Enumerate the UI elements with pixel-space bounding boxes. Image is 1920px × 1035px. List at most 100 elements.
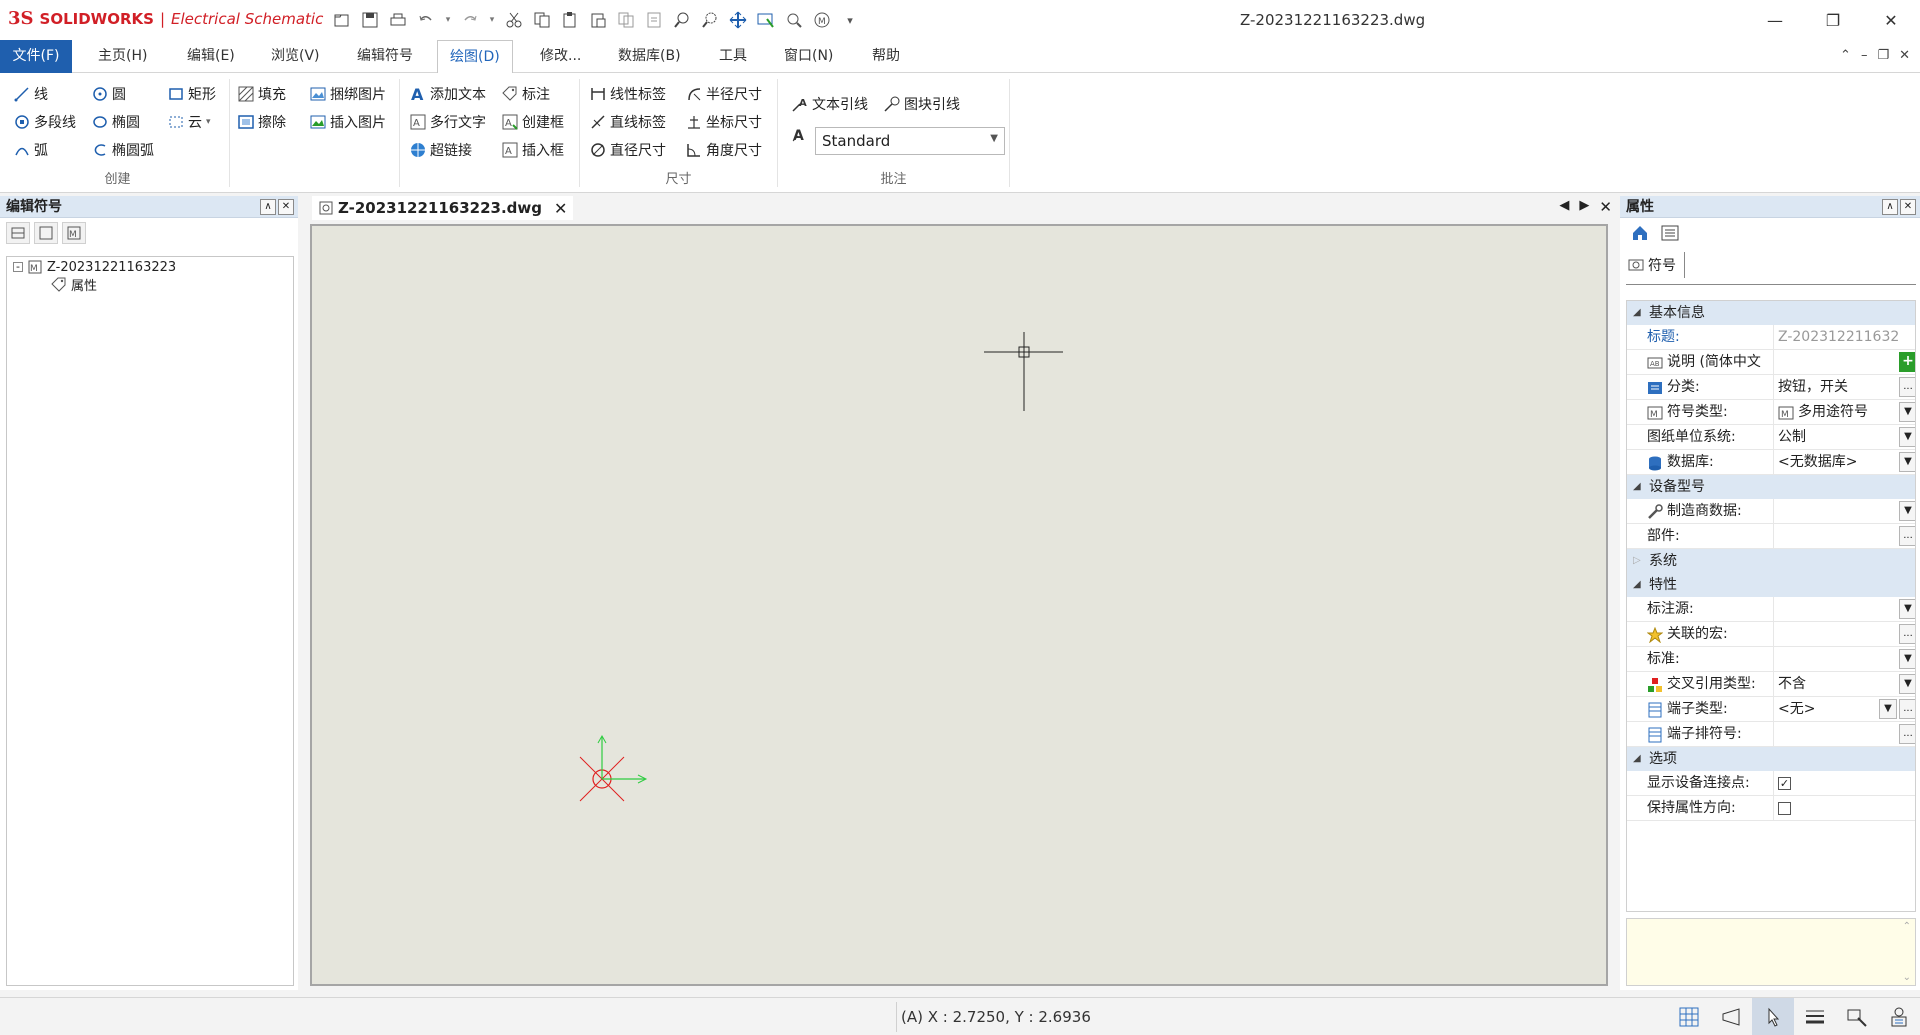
dynamic-input-icon[interactable] <box>1836 998 1878 1035</box>
scroll-down-icon[interactable]: ⌄ <box>1903 972 1911 983</box>
wipeout-button[interactable]: 擦除 <box>238 111 286 133</box>
paste-special-icon[interactable] <box>586 8 610 32</box>
open-icon[interactable] <box>330 8 354 32</box>
drawing-canvas[interactable] <box>310 224 1608 986</box>
chevron-down-icon[interactable]: ▼ <box>1899 649 1915 669</box>
angular-dim-button[interactable]: 角度尺寸 <box>686 139 762 161</box>
tab-tools[interactable]: 工具 <box>707 40 759 73</box>
cut-icon[interactable] <box>502 8 526 32</box>
text-leader-button[interactable]: A 文本引线 <box>792 93 868 115</box>
tab-edit[interactable]: 编辑(E) <box>175 40 247 73</box>
tab-view[interactable]: 浏览(V) <box>259 40 332 73</box>
collapse-icon[interactable] <box>6 222 30 244</box>
chevron-down-icon[interactable]: ▼ <box>1899 427 1915 447</box>
elliptical-arc-button[interactable]: 椭圆弧 <box>92 139 154 161</box>
symbol-type-value[interactable]: M 多用途符号 <box>1773 400 1899 425</box>
create-box-button[interactable]: A 创建框 <box>502 111 564 133</box>
tab-edit-symbol[interactable]: 编辑符号 <box>345 40 425 73</box>
copy-block-icon[interactable] <box>642 8 666 32</box>
tab-home[interactable]: 主页(H) <box>86 40 159 73</box>
select-icon[interactable] <box>754 8 778 32</box>
tab-database[interactable]: 数据库(B) <box>606 40 693 73</box>
scroll-left-icon[interactable]: ◀ <box>1559 198 1569 216</box>
chevron-down-icon[interactable]: ▼ <box>1879 699 1897 719</box>
close-icon[interactable]: ✕ <box>278 199 294 215</box>
standard-value[interactable] <box>1773 647 1899 672</box>
insert-image-button[interactable]: 插入图片 <box>310 111 386 133</box>
zoom-window-icon[interactable] <box>670 8 694 32</box>
linear-dim-button[interactable]: 线性标签 <box>590 83 666 105</box>
terminal-type-value[interactable]: <无> <box>1773 697 1879 722</box>
list-view-icon[interactable] <box>1658 222 1682 244</box>
tab-draw[interactable]: 绘图(D) <box>437 40 513 74</box>
cloud-button[interactable]: 云 ▾ <box>168 111 211 133</box>
insert-box-button[interactable]: A 插入框 <box>502 139 564 161</box>
polyline-button[interactable]: 多段线 <box>14 111 76 133</box>
copy-format-icon[interactable] <box>614 8 638 32</box>
find-icon[interactable] <box>782 8 806 32</box>
ellipsis-button[interactable]: ... <box>1899 699 1915 719</box>
minimize-doc-icon[interactable]: – <box>1861 48 1868 63</box>
mtext-button[interactable]: A 多行文字 <box>410 111 486 133</box>
grid-icon[interactable] <box>1668 998 1710 1035</box>
hyperlink-button[interactable]: 超链接 <box>410 139 472 161</box>
manufacturer-value[interactable] <box>1773 499 1899 524</box>
ellipse-button[interactable]: 椭圆 <box>92 111 140 133</box>
paste-icon[interactable] <box>558 8 582 32</box>
redo-icon[interactable] <box>458 8 482 32</box>
scroll-right-icon[interactable]: ▶ <box>1579 198 1589 216</box>
part-value[interactable] <box>1773 524 1899 549</box>
close-all-icon[interactable]: ✕ <box>1599 198 1612 216</box>
chevron-down-icon[interactable]: ▼ <box>1899 674 1915 694</box>
ortho-icon[interactable] <box>1710 998 1752 1035</box>
print-icon[interactable] <box>386 8 410 32</box>
xref-value[interactable]: 不含 <box>1773 672 1899 697</box>
keep-direction-checkbox[interactable] <box>1778 802 1791 815</box>
document-tab[interactable]: Z-20231221163223.dwg ✕ <box>312 196 574 220</box>
customize-icon[interactable]: ▾ <box>838 8 862 32</box>
undo-icon[interactable] <box>414 8 438 32</box>
category-system[interactable]: ▷ 系统 <box>1627 549 1915 573</box>
lineweight-icon[interactable] <box>1794 998 1836 1035</box>
category-device-model[interactable]: ◢ 设备型号 <box>1627 475 1915 499</box>
category-features[interactable]: ◢ 特性 <box>1627 573 1915 597</box>
terminal-order-value[interactable] <box>1773 722 1899 747</box>
block-leader-button[interactable]: 图块引线 <box>884 93 960 115</box>
collapse-toggle-icon[interactable]: - <box>13 261 23 272</box>
radius-dim-button[interactable]: 半径尺寸 <box>686 83 762 105</box>
pin-icon[interactable]: ∧ <box>1882 199 1898 215</box>
category-options[interactable]: ◢ 选项 <box>1627 747 1915 771</box>
restore-button[interactable]: ❐ <box>1804 0 1862 40</box>
home-icon[interactable] <box>1628 222 1652 244</box>
units-value[interactable]: 公制 <box>1773 425 1899 450</box>
macro-value[interactable] <box>1773 622 1899 647</box>
ellipsis-button[interactable]: ... <box>1899 526 1915 546</box>
restore-doc-icon[interactable]: ❐ <box>1877 48 1889 63</box>
category-value[interactable]: 按钮，开关 <box>1773 375 1899 400</box>
chevron-down-icon[interactable]: ▼ <box>1899 402 1915 422</box>
add-text-button[interactable]: A 添加文本 <box>410 83 486 105</box>
ellipsis-button[interactable]: ... <box>1899 377 1915 397</box>
close-tab-icon[interactable]: ✕ <box>554 199 567 218</box>
chevron-down-icon[interactable]: ▼ <box>1899 501 1915 521</box>
user-settings-icon[interactable] <box>1878 998 1920 1035</box>
minimize-button[interactable]: — <box>1746 0 1804 40</box>
ellipsis-button[interactable]: ... <box>1899 624 1915 644</box>
snap-cursor-icon[interactable] <box>1752 998 1794 1035</box>
dropdown-icon[interactable]: ▾ <box>486 8 498 32</box>
ordinate-dim-button[interactable]: 坐标尺寸 <box>686 111 762 133</box>
bind-image-button[interactable]: 捆绑图片 <box>310 83 386 105</box>
tree-root[interactable]: - M Z-20231221163223 <box>13 259 176 275</box>
tree-item-attributes[interactable]: 属性 <box>51 275 97 294</box>
title-value[interactable]: Z-20231221163223 <box>1773 325 1899 350</box>
collapse-ribbon-icon[interactable]: ⌃ <box>1840 48 1851 63</box>
close-window-button[interactable]: ✕ <box>1862 0 1920 40</box>
symbol-icon[interactable]: M <box>62 222 86 244</box>
dropdown-icon[interactable]: ▾ <box>442 8 454 32</box>
tab-window[interactable]: 窗口(N) <box>772 40 845 73</box>
zoom-extents-icon[interactable] <box>698 8 722 32</box>
description-value[interactable] <box>1773 350 1899 375</box>
tab-symbol[interactable]: 符号 <box>1628 252 1685 278</box>
ellipsis-button[interactable]: ... <box>1899 724 1915 744</box>
tab-modify[interactable]: 修改... <box>528 40 593 73</box>
